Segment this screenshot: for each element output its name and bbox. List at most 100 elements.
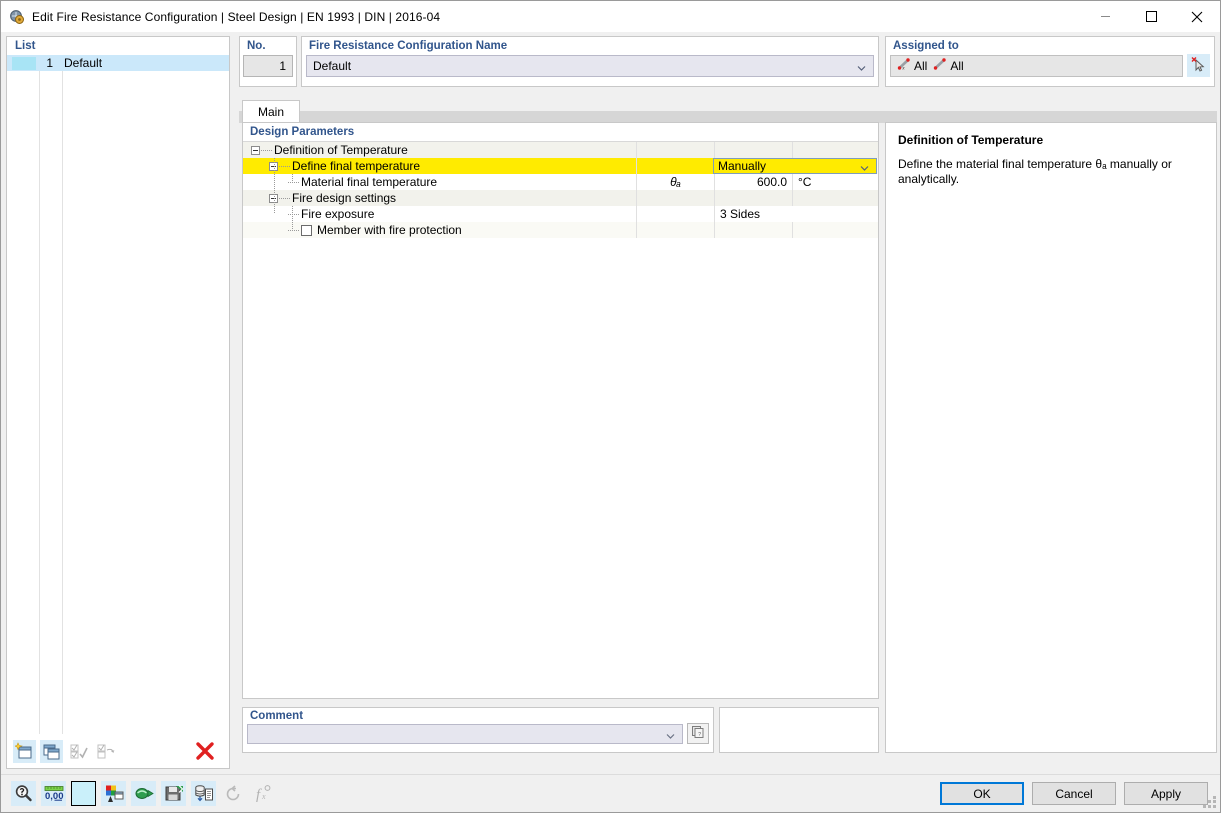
tree-row-value-editor-slot: Manually <box>713 158 878 174</box>
window-titlebar: Edit Fire Resistance Configuration | Ste… <box>1 1 1220 32</box>
resize-grip[interactable] <box>1203 796 1216 809</box>
ok-button[interactable]: OK <box>940 782 1024 805</box>
chevron-down-icon <box>857 62 866 71</box>
assigned-to-field[interactable]: x All All <box>890 54 1183 77</box>
define-final-temperature-value: Manually <box>718 159 767 173</box>
tree-connector-dots <box>279 165 290 167</box>
color-swatch-button[interactable] <box>71 781 96 806</box>
tree-row-unit <box>792 142 878 158</box>
help-title: Definition of Temperature <box>898 133 1044 147</box>
tab-strip: Main <box>239 99 1217 123</box>
tree-connector-dots <box>288 229 299 231</box>
dialog-buttons: OK Cancel Apply <box>940 782 1220 805</box>
number-group: No. 1 <box>239 36 297 87</box>
list-body: 1 Default <box>7 55 229 734</box>
tree-row-symbol <box>636 206 714 222</box>
tree-row-value <box>714 222 792 238</box>
comment-input[interactable] <box>247 723 683 744</box>
tree-connector-dots <box>279 197 290 199</box>
new-item-button[interactable] <box>13 739 36 763</box>
copy-item-button[interactable] <box>40 739 63 763</box>
tree-guide-line-2 <box>292 174 293 182</box>
member-set-icon: x <box>897 57 911 74</box>
design-parameters-panel: Design Parameters Definition of Temperat… <box>242 122 879 699</box>
list-toolbar <box>7 734 229 768</box>
database-import-button[interactable] <box>191 781 216 806</box>
design-parameters-header: Design Parameters <box>243 123 878 142</box>
tree-row-label: Define final temperature <box>292 159 421 173</box>
deselect-all-button <box>94 740 117 763</box>
maximize-button[interactable] <box>1128 1 1174 32</box>
comment-panel: Comment ? <box>242 707 714 753</box>
delete-item-button[interactable] <box>193 740 216 763</box>
tree-connector-dots <box>261 149 272 151</box>
collapse-expander-icon[interactable] <box>251 145 260 155</box>
fire-exposure-value[interactable]: 3 Sides <box>714 206 878 222</box>
tree-row-value <box>714 142 792 158</box>
window-title: Edit Fire Resistance Configuration | Ste… <box>32 9 441 24</box>
units-button[interactable]: 0,00 <box>41 781 66 806</box>
import-button[interactable] <box>131 781 156 806</box>
table-row[interactable]: Member with fire protection <box>243 222 878 238</box>
list-column-divider-2 <box>62 71 63 734</box>
auxiliary-panel <box>719 707 879 753</box>
assigned-member-set-label: All <box>914 58 928 73</box>
table-row[interactable]: Definition of Temperature <box>243 142 878 158</box>
tree-guide-line-3 <box>292 206 293 230</box>
table-row[interactable]: Fire exposure 3 Sides <box>243 206 878 222</box>
table-row[interactable]: Fire design settings <box>243 190 878 206</box>
export-button[interactable] <box>161 781 186 806</box>
tab-main[interactable]: Main <box>242 100 300 123</box>
tree-row-unit: °C <box>792 174 878 190</box>
tree-row-unit <box>792 190 878 206</box>
tree-row-label-cell: Fire design settings <box>243 190 636 206</box>
reset-button <box>221 781 246 806</box>
tree-row-label-cell: Fire exposure <box>243 206 636 222</box>
display-properties-button[interactable] <box>101 781 126 806</box>
configuration-name-combobox[interactable]: Default <box>306 55 874 77</box>
tree-row-symbol <box>636 222 714 238</box>
tree-row-unit <box>792 222 878 238</box>
configuration-name-value: Default <box>313 59 352 73</box>
list-item-color-swatch[interactable] <box>12 56 36 70</box>
assigned-member-label: All <box>950 58 964 73</box>
tree-row-symbol <box>636 158 714 174</box>
window-controls <box>1082 1 1220 32</box>
table-row[interactable]: Define final temperature Manually <box>243 158 878 174</box>
close-button[interactable] <box>1174 1 1220 32</box>
edit-fire-resistance-configuration-window: Edit Fire Resistance Configuration | Ste… <box>0 0 1221 813</box>
tree-row-label: Fire exposure <box>301 207 375 221</box>
minimize-button[interactable] <box>1082 1 1128 32</box>
help-text: Define the material final temperature θₐ… <box>898 157 1172 186</box>
chevron-down-icon <box>666 729 675 739</box>
define-final-temperature-dropdown[interactable]: Manually <box>713 158 877 174</box>
copy-layers-icon: ? <box>691 725 705 742</box>
tree-connector-dots <box>288 213 299 215</box>
tree-connector-dots <box>288 181 299 183</box>
list-item-name: Default <box>64 56 103 70</box>
comment-label: Comment <box>250 710 304 722</box>
cancel-button[interactable]: Cancel <box>1032 782 1116 805</box>
tree-guide-line-1 <box>274 158 275 214</box>
material-final-temperature-value[interactable]: 600.0 <box>714 174 792 190</box>
list-column-divider-1 <box>39 71 40 734</box>
number-field[interactable]: 1 <box>243 55 293 77</box>
comment-library-button[interactable]: ? <box>687 723 709 744</box>
list-item[interactable]: 1 Default <box>7 55 229 71</box>
apply-button[interactable]: Apply <box>1124 782 1208 805</box>
clear-assignment-button[interactable] <box>1187 54 1210 77</box>
member-with-fire-protection-checkbox[interactable] <box>301 224 312 236</box>
help-search-button[interactable] <box>11 781 36 806</box>
svg-text:x: x <box>901 65 905 70</box>
tree-row-label: Material final temperature <box>301 175 438 189</box>
assigned-member-entry: All <box>933 57 964 74</box>
tree-row-label: Fire design settings <box>292 191 397 205</box>
tree-row-value <box>714 190 792 206</box>
assigned-to-label: Assigned to <box>893 40 959 52</box>
configuration-list-panel: List 1 Default <box>6 36 230 769</box>
select-all-button <box>67 740 90 763</box>
table-row[interactable]: Material final temperature θₐ 600.0 °C <box>243 174 878 190</box>
list-header: List <box>15 40 36 52</box>
help-panel: Definition of Temperature Define the mat… <box>885 122 1217 753</box>
tree-row-label-cell: Define final temperature <box>243 158 636 174</box>
